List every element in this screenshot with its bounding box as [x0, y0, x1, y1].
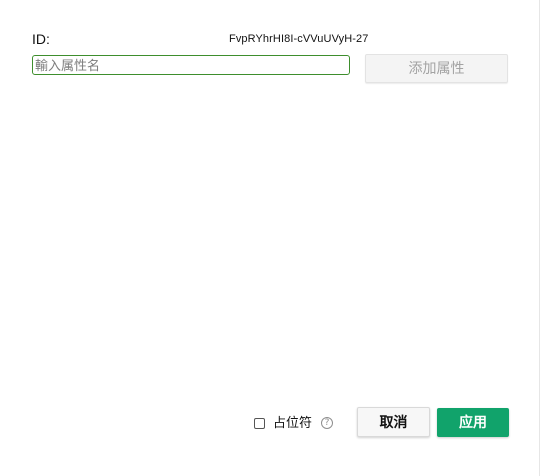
add-attribute-button[interactable]: 添加属性: [365, 54, 508, 83]
placeholder-label: 占位符: [273, 415, 313, 430]
apply-button[interactable]: 应用: [437, 408, 509, 437]
placeholder-checkbox[interactable]: [254, 417, 265, 429]
id-label: ID:: [32, 31, 50, 47]
id-value: FvpRYhrHI8I-cVVuUVyH-27: [229, 33, 369, 45]
placeholder-option: 占位符 ?: [254, 413, 334, 433]
question-circle-icon[interactable]: ?: [321, 417, 334, 429]
cancel-button[interactable]: 取消: [357, 407, 430, 437]
edit-attributes-dialog: ID: FvpRYhrHI8I-cVVuUVyH-27 添加属性 占位符 ? 取…: [0, 0, 540, 476]
attribute-name-input[interactable]: [32, 55, 350, 75]
